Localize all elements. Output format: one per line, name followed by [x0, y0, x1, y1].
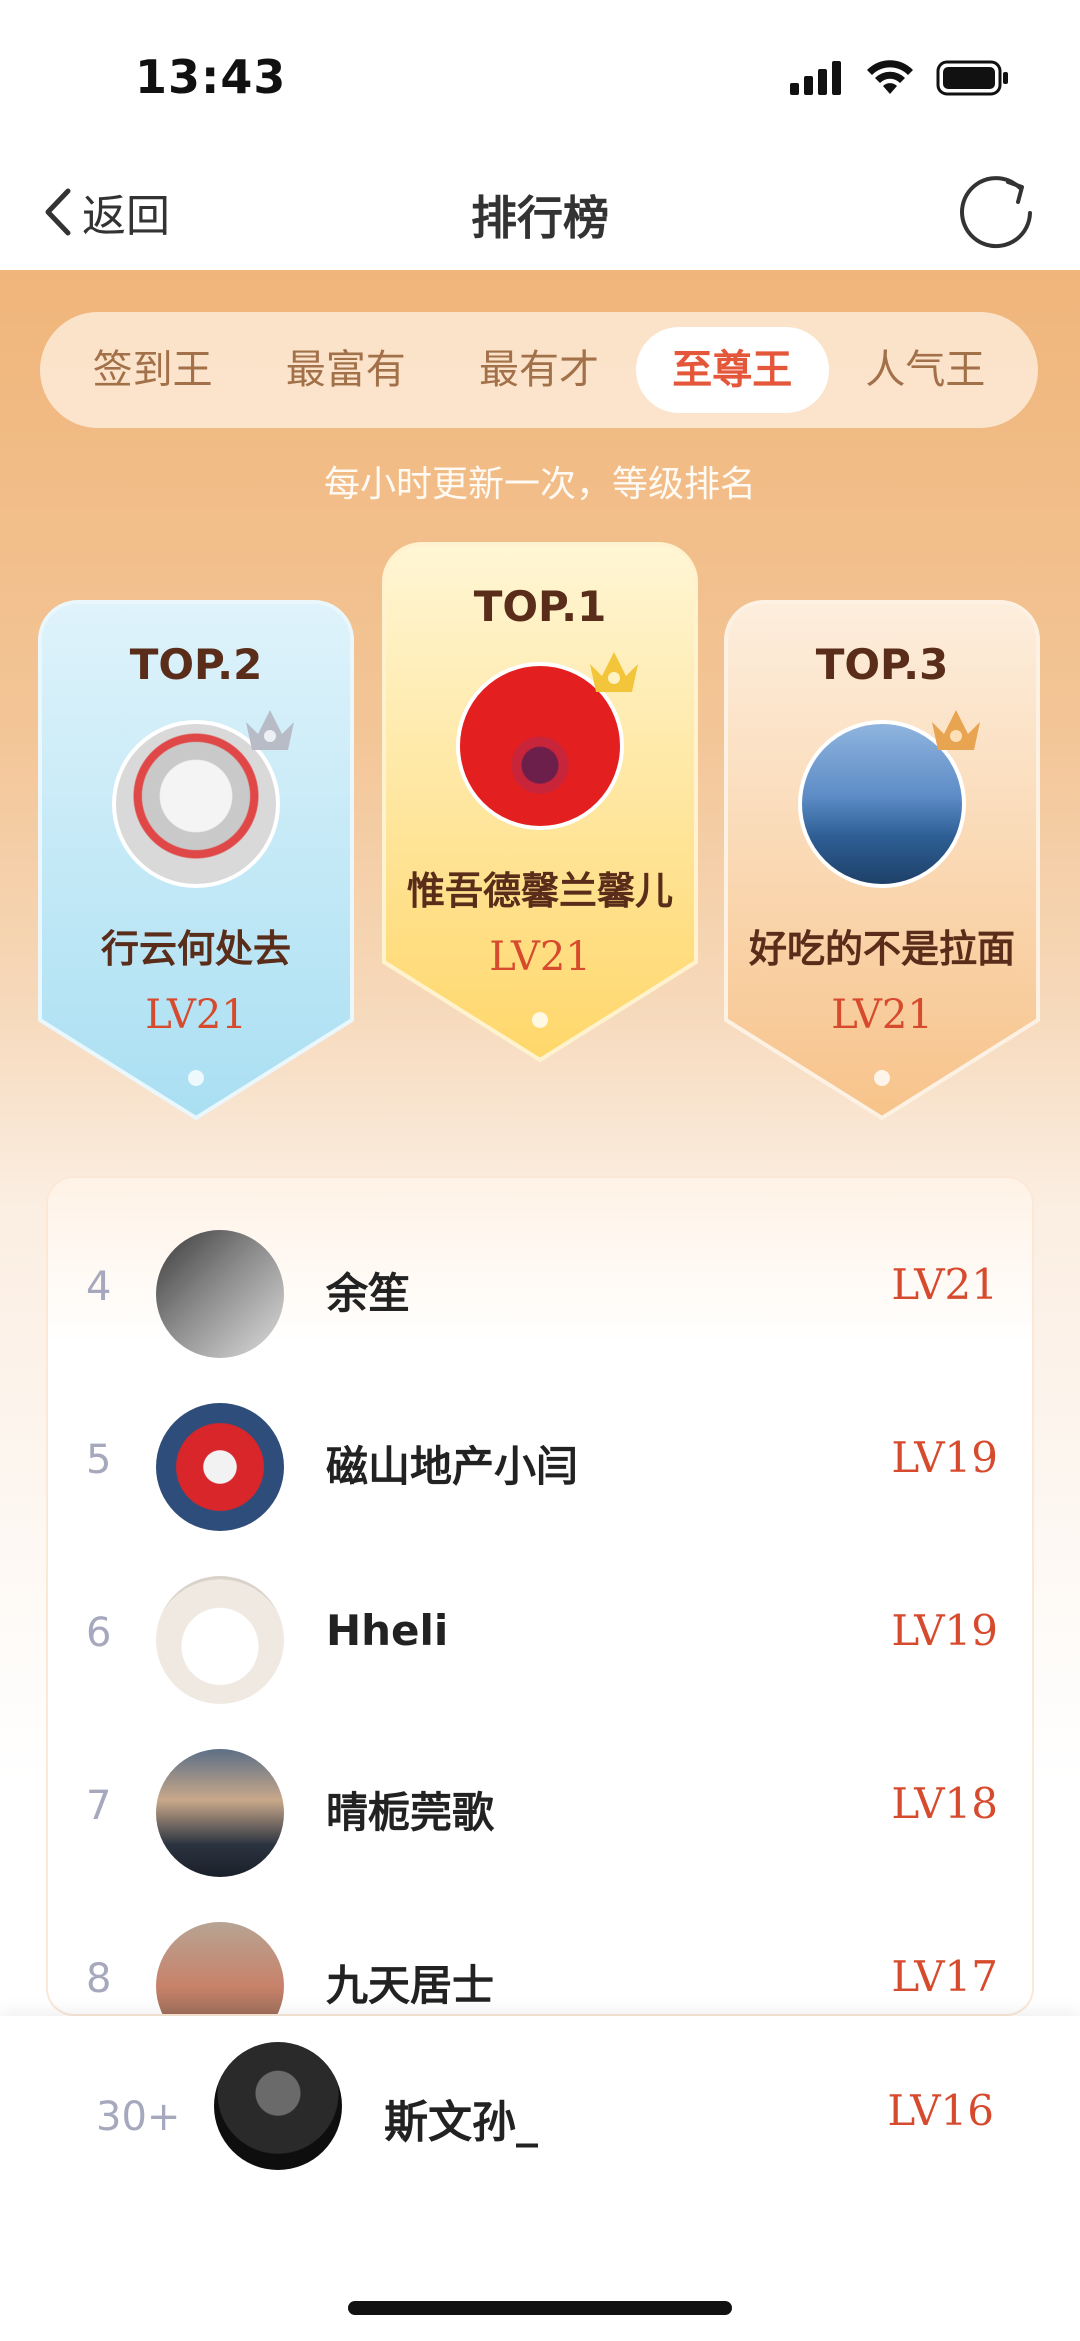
crown-icon: [932, 710, 980, 750]
podium-rank-label: TOP.1: [473, 582, 607, 631]
update-note: 每小时更新一次，等级排名: [323, 464, 756, 505]
battery-icon: [936, 60, 1008, 96]
rank-number: 8: [86, 1956, 112, 2002]
category-tabs: 签到王 最富有 最有才 至尊王 人气王: [40, 312, 1038, 428]
list-item[interactable]: 6 Hheli LV19: [48, 1554, 1032, 1726]
crown-icon: [246, 710, 294, 750]
my-user-name: 斯文孙_: [384, 2097, 538, 2148]
user-level: LV18: [891, 1779, 998, 1828]
user-name: 晴栀莞歌: [326, 1788, 495, 1837]
tab-signin-king[interactable]: 签到王: [56, 327, 249, 413]
podium-name: 惟吾德馨兰馨儿: [406, 869, 673, 913]
podium-level: LV21: [831, 992, 933, 1038]
podium-level: LV21: [489, 934, 591, 980]
page-title: 排行榜: [471, 191, 609, 245]
user-level: LV19: [891, 1606, 998, 1655]
avatar[interactable]: [156, 1403, 284, 1531]
my-user-level: LV16: [887, 2086, 994, 2135]
list-item[interactable]: 5 磁山地产小闫 LV19: [48, 1381, 1032, 1553]
user-name: 九天居士: [326, 1961, 495, 2010]
avatar[interactable]: [214, 2042, 342, 2170]
status-bar: 13:43: [0, 0, 1080, 160]
rank-number: 5: [86, 1437, 112, 1483]
podium-second[interactable]: TOP.2 行云何处去 LV21: [38, 600, 354, 1120]
crown-icon: [590, 652, 638, 692]
status-time: 13:43: [135, 50, 287, 104]
user-level: LV19: [891, 1433, 998, 1482]
my-rank-bar[interactable]: 30+ 斯文孙_ LV16: [0, 2016, 1080, 2341]
rank-number: 6: [86, 1610, 112, 1656]
avatar[interactable]: [156, 1922, 284, 2014]
refresh-icon[interactable]: [950, 168, 1040, 258]
avatar[interactable]: [156, 1576, 284, 1704]
podium-rank-label: TOP.3: [815, 640, 949, 689]
list-item[interactable]: 8 九天居士 LV17: [48, 1900, 1032, 2014]
podium-first[interactable]: TOP.1 惟吾德馨兰馨儿 LV21: [382, 542, 698, 1062]
my-rank-number: 30+: [96, 2094, 181, 2140]
user-level: LV17: [891, 1952, 998, 2001]
user-name: 余笙: [326, 1269, 411, 1318]
tab-most-talented[interactable]: 最有才: [442, 327, 635, 413]
user-name: 磁山地产小闫: [326, 1442, 579, 1491]
podium-name: 好吃的不是拉面: [748, 927, 1015, 971]
podium-third[interactable]: TOP.3 好吃的不是拉面 LV21: [724, 600, 1040, 1120]
tab-richest[interactable]: 最富有: [249, 327, 442, 413]
user-name: Hheli: [326, 1606, 449, 1655]
status-icons: [790, 60, 1010, 96]
podium-rank-label: TOP.2: [129, 640, 263, 689]
rank-number: 4: [86, 1264, 112, 1310]
avatar[interactable]: [156, 1230, 284, 1358]
list-item[interactable]: 7 晴栀莞歌 LV18: [48, 1727, 1032, 1899]
rank-number: 7: [86, 1783, 112, 1829]
podium-name: 行云何处去: [100, 927, 291, 971]
tab-supreme-king[interactable]: 至尊王: [635, 327, 829, 413]
ranking-list: 4 余笙 LV21 5 磁山地产小闫 LV19 6 Hheli LV19 7 晴…: [46, 1176, 1034, 2016]
nav-bar: 返回 排行榜: [0, 160, 1080, 270]
list-item[interactable]: 4 余笙 LV21: [48, 1208, 1032, 1380]
user-level: LV21: [891, 1260, 998, 1309]
avatar[interactable]: [156, 1749, 284, 1877]
signal-icon: [790, 61, 841, 95]
podium-level: LV21: [145, 992, 247, 1038]
home-indicator[interactable]: [348, 2301, 732, 2315]
tab-popularity-king[interactable]: 人气王: [829, 327, 1022, 413]
wifi-icon: [867, 60, 913, 94]
